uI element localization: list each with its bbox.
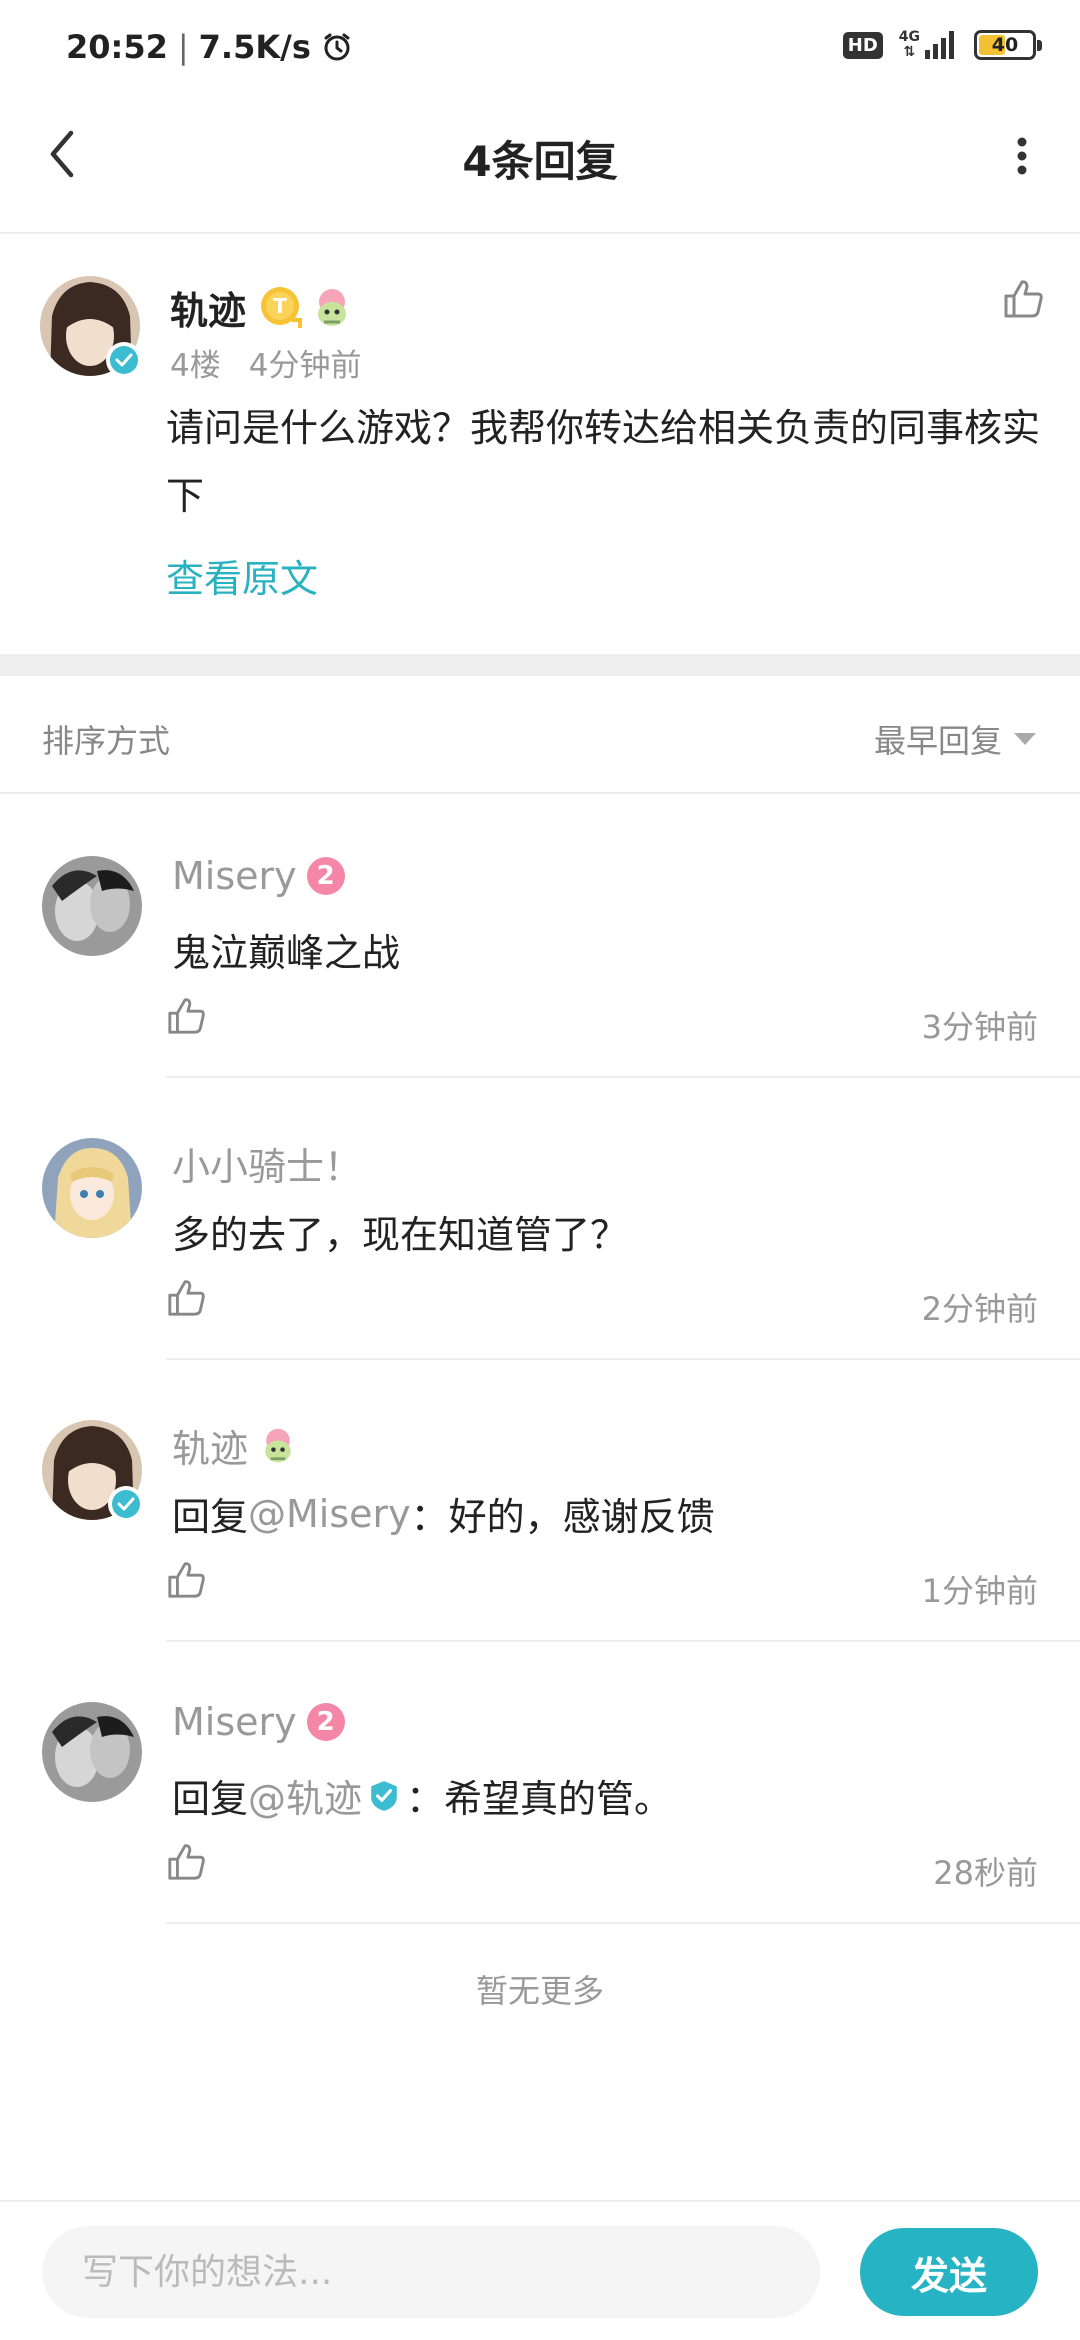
status-time: 20:52 [66, 28, 168, 66]
network-type: 4G ⇅ [898, 29, 920, 60]
avatar-image [42, 856, 142, 956]
sort-row: 排序方式 最早回复 [0, 676, 1080, 794]
view-original-link[interactable]: 查看原文 [166, 548, 318, 603]
reply-text: 多的去了，现在知道管了？ [172, 1213, 629, 1257]
battery-icon: 40 [974, 30, 1042, 60]
reply-time: 28秒前 [933, 1854, 1038, 1892]
verified-icon [108, 1486, 144, 1522]
avatar[interactable] [40, 276, 142, 378]
reply-author[interactable]: 轨迹 [172, 1418, 298, 1473]
like-button[interactable] [166, 996, 206, 1040]
reply-content: ：希望真的管。 [406, 1777, 673, 1821]
reply-time: 3分钟前 [921, 1008, 1038, 1046]
avatar-image [42, 1702, 142, 1802]
comment-author[interactable]: 轨迹 T [170, 280, 354, 335]
like-button[interactable] [166, 1842, 206, 1886]
svg-text:T: T [273, 294, 287, 318]
author-name: 轨迹 [170, 289, 247, 333]
avatar[interactable] [42, 1702, 142, 1802]
more-vertical-icon [1017, 137, 1027, 175]
thumbs-up-icon [168, 1844, 205, 1880]
floor-number: 4楼 [170, 348, 221, 384]
reply-author-name: Misery [172, 1700, 297, 1744]
reply-author-name: 小小骑士！ [172, 1145, 363, 1189]
reply-text: 回复 @Misery ：好的，感谢反馈 [172, 1486, 715, 1541]
status-left: 20:52 | 7.5K/s [66, 28, 353, 66]
caret-down-icon [1014, 733, 1036, 745]
page-title: 4条回复 [462, 137, 618, 186]
thumbs-up-icon [168, 1280, 205, 1316]
reply-author-name: Misery [172, 854, 297, 898]
title-bar: 4条回复 [0, 96, 1080, 234]
character-badge-icon [258, 1426, 298, 1466]
reply-author[interactable]: Misery 2 [172, 854, 345, 898]
status-right: HD 4G ⇅ 40 [842, 30, 1042, 60]
reply-time: 2分钟前 [921, 1290, 1038, 1328]
status-net-speed: 7.5K/s [198, 28, 311, 66]
gold-badge-icon: T [260, 286, 304, 330]
divider [166, 1922, 1080, 1924]
reply-item: 轨迹 回复 @Misery ：好的，感谢反馈 1分钟前 [0, 1360, 1080, 1642]
comment-time: 4分钟前 [248, 348, 362, 384]
like-button[interactable] [166, 1560, 206, 1604]
mention-link[interactable]: @轨迹 [248, 1768, 362, 1823]
reply-prefix: 回复 [172, 1777, 249, 1821]
reply-item: 小小骑士！ 多的去了，现在知道管了？ 2分钟前 [0, 1078, 1080, 1360]
comment-meta: 4楼 4分钟前 [170, 340, 361, 385]
avatar[interactable] [42, 856, 142, 956]
thumbs-up-icon [1004, 280, 1043, 318]
sort-selected: 最早回复 [873, 722, 1002, 760]
like-button[interactable] [166, 1278, 206, 1322]
verified-icon [368, 1780, 400, 1812]
reply-author[interactable]: 小小骑士！ [172, 1136, 362, 1191]
character-badge-icon [310, 286, 354, 330]
avatar[interactable] [42, 1420, 144, 1522]
reply-item: Misery 2 鬼泣巅峰之战 3分钟前 [0, 796, 1080, 1078]
status-separator: | [177, 28, 189, 66]
reply-text: 鬼泣巅峰之战 [172, 931, 401, 975]
send-button[interactable]: 发送 [860, 2228, 1038, 2316]
thumbs-up-icon [168, 998, 205, 1034]
avatar-image [42, 1138, 142, 1238]
reply-prefix: 回复 [172, 1495, 249, 1539]
reply-text: 回复 @轨迹 ：希望真的管。 [172, 1768, 672, 1823]
comment-text: 请问是什么游戏？我帮你转达给相关负责的同事核实下 [166, 406, 1041, 518]
reply-time: 1分钟前 [921, 1572, 1038, 1610]
section-divider [0, 654, 1080, 676]
level-badge: 2 [306, 1703, 345, 1741]
verified-icon [106, 342, 142, 378]
mention-link[interactable]: @Misery [248, 1492, 411, 1536]
alarm-icon [321, 31, 353, 63]
hd-badge: HD [842, 31, 883, 59]
reply-author[interactable]: Misery 2 [172, 1700, 345, 1744]
no-more-label: 暂无更多 [475, 1972, 604, 2010]
main-comment: 轨迹 T 4楼 4分钟前 请问是什么游戏？我帮你转达给相关负责的同事核实下 查看原… [0, 236, 1080, 654]
avatar[interactable] [42, 1138, 142, 1238]
sort-label: 排序方式 [42, 722, 171, 760]
like-button[interactable] [1002, 278, 1044, 324]
level-badge: 2 [306, 857, 345, 895]
battery-percent: 40 [991, 34, 1019, 56]
reply-author-name: 轨迹 [172, 1427, 249, 1471]
reply-content: ：好的，感谢反馈 [410, 1495, 715, 1539]
compose-bar: 发送 [0, 2200, 1080, 2340]
cellular-icon: 4G ⇅ [899, 30, 958, 60]
sort-dropdown[interactable]: 最早回复 [874, 716, 1036, 762]
thumbs-up-icon [168, 1562, 205, 1598]
more-button[interactable] [992, 126, 1052, 186]
reply-item: Misery 2 回复 @轨迹 ：希望真的管。 28秒前 [0, 1642, 1080, 1924]
status-bar: 20:52 | 7.5K/s HD 4G ⇅ 40 [0, 0, 1080, 96]
comment-input[interactable] [42, 2226, 820, 2318]
